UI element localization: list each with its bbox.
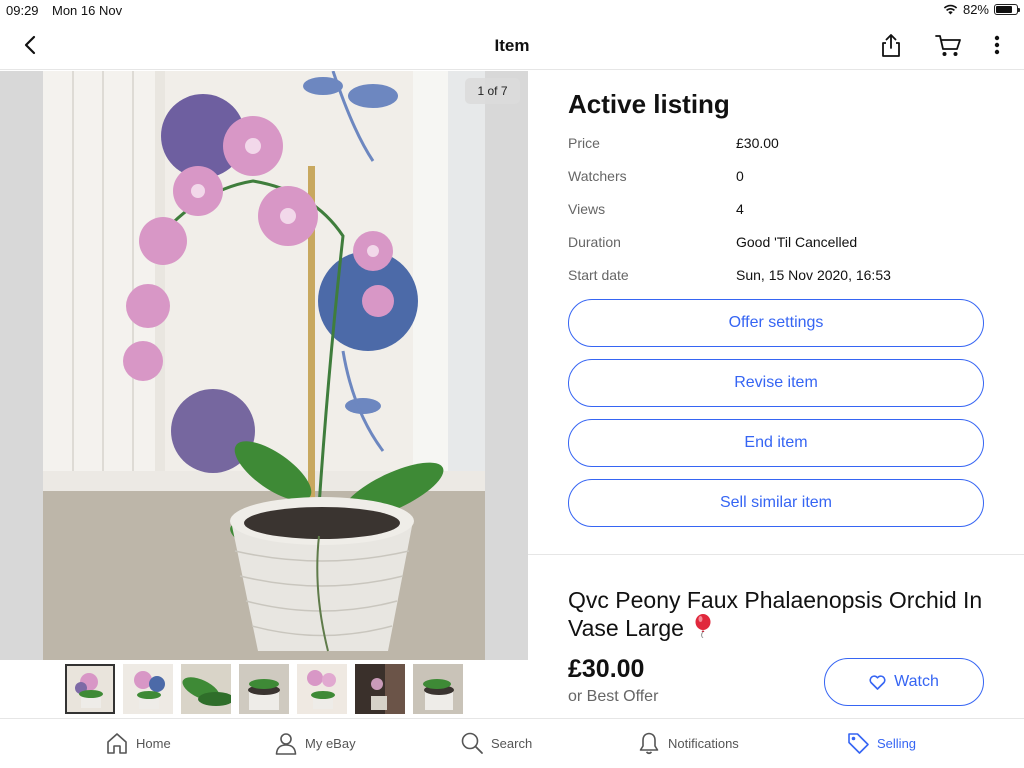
item-price: £30.00 <box>568 655 645 683</box>
battery-percent: 82% <box>962 2 989 17</box>
tab-bar: Home My eBay Search Notifications Sellin… <box>0 718 1024 768</box>
battery-fill <box>996 6 1013 13</box>
row-label: Start date <box>568 267 629 283</box>
more-icon[interactable] <box>986 32 1008 58</box>
listing-status-heading: Active listing <box>568 89 730 119</box>
row-value: 0 <box>736 168 744 184</box>
row-label: Watchers <box>568 168 627 184</box>
tab-label: Search <box>491 735 533 751</box>
item-title: Qvc Peony Faux Phalaenopsis Orchid In Va… <box>568 586 998 642</box>
page-title: Item <box>494 36 530 55</box>
image-counter: 1 of 7 <box>465 78 520 104</box>
heart-icon <box>869 674 886 690</box>
watch-button[interactable]: Watch <box>824 658 984 706</box>
end-item-button[interactable]: End item <box>568 419 984 467</box>
thumbnail-5[interactable] <box>297 664 347 714</box>
watch-label: Watch <box>894 673 939 690</box>
person-icon <box>275 733 297 755</box>
listing-details: Active listing Price £30.00 Watchers 0 V… <box>528 71 1024 718</box>
tab-label: Selling <box>877 735 917 751</box>
tab-search[interactable]: Search <box>460 731 532 755</box>
bell-icon <box>639 732 659 755</box>
thumbnail-3[interactable] <box>181 664 231 714</box>
thumbnail-2[interactable] <box>123 664 173 714</box>
status-bar: 09:29 Mon 16 Nov 82% <box>0 0 1024 20</box>
offer-settings-button[interactable]: Offer settings <box>568 299 984 347</box>
revise-item-button[interactable]: Revise item <box>568 359 984 407</box>
thumbnail-6[interactable] <box>355 664 405 714</box>
tab-label: My eBay <box>305 735 356 751</box>
best-offer-text: or Best Offer <box>568 688 659 705</box>
thumbnail-7[interactable] <box>413 664 463 714</box>
item-title-text: Qvc Peony Faux Phalaenopsis Orchid In Va… <box>568 587 983 641</box>
tab-label: Notifications <box>668 735 739 751</box>
row-value: 4 <box>736 201 744 217</box>
row-label: Views <box>568 201 606 217</box>
thumbnail-4[interactable] <box>239 664 289 714</box>
status-time: 09:29 <box>6 3 39 18</box>
row-value: £30.00 <box>736 135 779 151</box>
tab-my-ebay[interactable]: My eBay <box>274 731 356 755</box>
wifi-icon <box>943 4 958 15</box>
nav-bar: Item <box>0 20 1024 70</box>
row-label: Duration <box>568 234 621 250</box>
image-gallery: 1 of 7 <box>0 71 528 718</box>
home-icon <box>107 733 127 754</box>
balloon-icon <box>695 614 711 639</box>
status-right: 82% <box>943 2 1020 17</box>
cart-icon[interactable] <box>934 32 962 58</box>
row-value: Sun, 15 Nov 2020, 16:53 <box>736 267 891 283</box>
thumbnail-1[interactable] <box>65 664 115 714</box>
section-divider <box>528 554 1024 555</box>
share-icon[interactable] <box>878 32 904 58</box>
search-icon <box>461 732 483 754</box>
item-photo[interactable] <box>43 71 485 660</box>
row-label: Price <box>568 135 600 151</box>
tag-icon <box>848 733 869 754</box>
thumbnail-strip <box>0 660 528 718</box>
tab-notifications[interactable]: Notifications <box>637 731 739 755</box>
row-value: Good 'Til Cancelled <box>736 234 858 250</box>
tab-home[interactable]: Home <box>105 731 171 755</box>
tab-selling[interactable]: Selling <box>846 731 916 755</box>
tab-label: Home <box>136 735 171 751</box>
sell-similar-item-button[interactable]: Sell similar item <box>568 479 984 527</box>
status-date: Mon 16 Nov <box>52 3 123 18</box>
battery-icon <box>994 4 1020 15</box>
